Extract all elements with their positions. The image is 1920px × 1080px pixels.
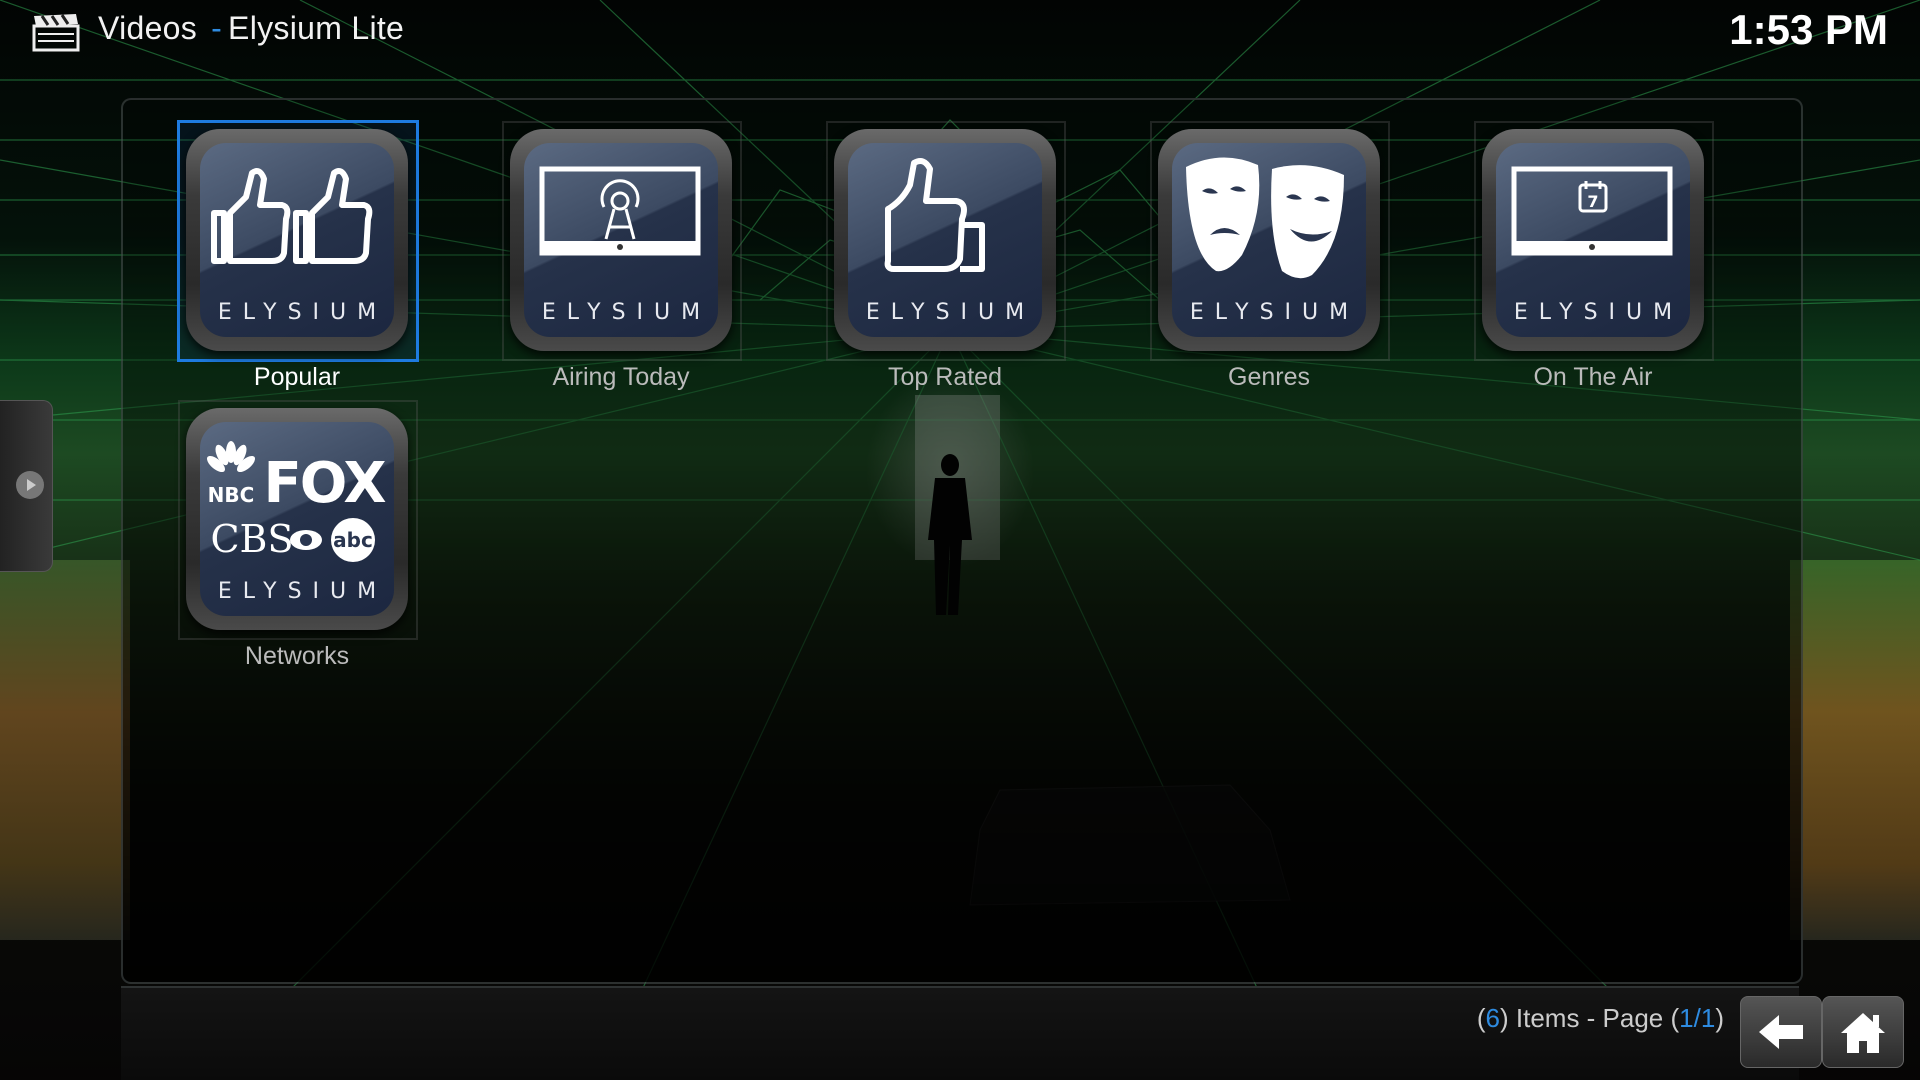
- tile-brand: ELYSIUM: [217, 300, 388, 325]
- clock: 1:53 PM: [1729, 6, 1888, 53]
- page-number: 1/1: [1679, 1003, 1716, 1033]
- fox-logo-text: FOX: [263, 451, 386, 516]
- items-count: 6: [1485, 1003, 1500, 1033]
- tile-brand: ELYSIUM: [1513, 300, 1684, 325]
- tile-label: On The Air: [1533, 363, 1653, 391]
- tile-brand: ELYSIUM: [865, 300, 1036, 325]
- tile-label: Networks: [244, 642, 350, 670]
- tile-brand: ELYSIUM: [541, 300, 712, 325]
- nbc-peacock-icon: [206, 441, 256, 473]
- cbs-logo-text: CBS: [210, 517, 293, 561]
- tile-label: Genres: [1228, 363, 1310, 391]
- tile-icon-box: ELYSIUM: [186, 129, 408, 351]
- items-text: Items - Page: [1515, 1003, 1664, 1033]
- tile-brand: ELYSIUM: [217, 579, 388, 604]
- side-menu-tab[interactable]: [0, 400, 53, 572]
- abc-logo-text: abc: [333, 528, 373, 552]
- tile-brand: ELYSIUM: [1189, 300, 1360, 325]
- calendar-day-text: 7: [1587, 192, 1598, 211]
- cbs-eye-icon: [290, 530, 322, 550]
- tile-label: Top Rated: [888, 363, 1002, 391]
- tile-icon-box: NBC FOX CBS abc ELYSIUM: [186, 408, 408, 630]
- tile-label: Airing Today: [552, 363, 690, 391]
- tile-icon-box: ELYSIUM: [834, 129, 1056, 351]
- back-arrow-icon: [1759, 1015, 1803, 1049]
- side-menu-arrow-icon: [16, 471, 44, 499]
- nbc-logo-text: NBC: [208, 483, 255, 507]
- section-name: Videos: [98, 10, 198, 46]
- home-button[interactable]: [1822, 996, 1904, 1068]
- clapperboard-icon: [32, 14, 80, 52]
- items-page-info: (6) Items - Page (1/1): [1476, 1003, 1724, 1033]
- back-button[interactable]: [1740, 996, 1822, 1068]
- title-separator: -: [211, 10, 223, 46]
- skin-name: Elysium Lite: [228, 10, 405, 46]
- header: Videos - Elysium Lite 1:53 PM: [0, 0, 1920, 64]
- tile-label: Popular: [253, 363, 341, 391]
- tile-icon-box: 7 ELYSIUM: [1482, 129, 1704, 351]
- home-icon: [1841, 1013, 1885, 1053]
- tile-icon-box: ELYSIUM: [1158, 129, 1380, 351]
- window-title: Videos - Elysium Lite: [98, 10, 404, 47]
- tile-icon-box: ELYSIUM: [510, 129, 732, 351]
